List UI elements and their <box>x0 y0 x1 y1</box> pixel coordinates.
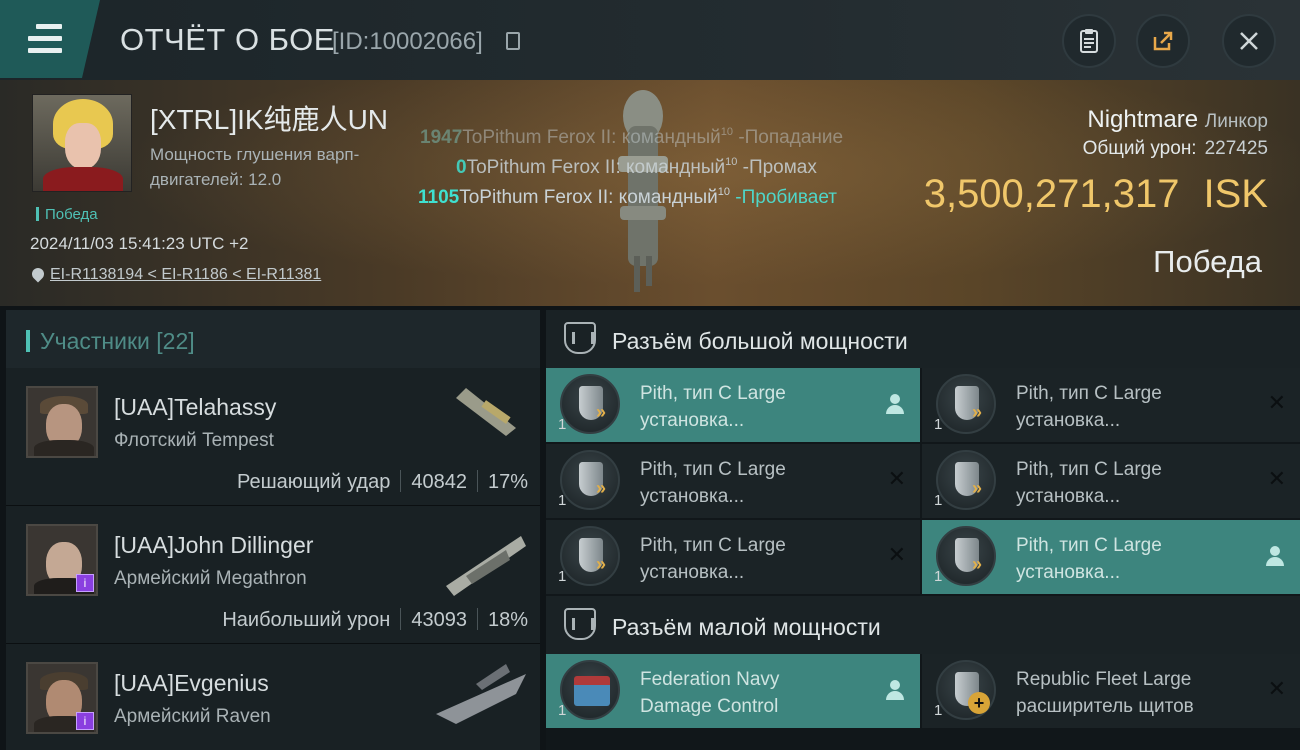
destroyed-x-icon: ✕ <box>887 466 906 491</box>
shield-module-icon: » <box>560 450 620 510</box>
participant-row[interactable]: i [UAA]Evgenius Армейский Raven <box>6 644 540 750</box>
participant-stats: Наибольший урон 43093 18% <box>222 608 528 631</box>
destroyed-x-icon: ✕ <box>1267 390 1286 415</box>
participants-panel: Участники [22] [UAA]Telahassy Флотский T… <box>6 310 540 750</box>
modules-panel: Разъём большой мощности » 1 Pith, тип C … <box>546 310 1300 750</box>
module-item[interactable]: » 1 Pith, тип C Large установка... <box>922 520 1300 594</box>
shield-module-icon: » <box>560 526 620 586</box>
module-name: Pith, тип C Large установка... <box>640 535 786 583</box>
kill-summary-banner: [XTRL]IK纯鹿人UN Мощность глушения варп-дви… <box>0 80 1300 306</box>
module-name: Pith, тип C Large установка... <box>1016 535 1162 583</box>
role-badge-icon: i <box>76 574 94 592</box>
participant-row[interactable]: [UAA]Telahassy Флотский Tempest Решающий… <box>6 368 540 506</box>
fitted-person-icon <box>886 394 904 414</box>
shield-extender-icon: + <box>936 660 996 720</box>
destroyed-x-icon: ✕ <box>887 542 906 567</box>
shield-module-icon: » <box>936 374 996 434</box>
participant-ship: Флотский Tempest <box>114 430 274 451</box>
participant-ship-image <box>446 536 526 596</box>
module-name: Pith, тип C Large установка... <box>1016 383 1162 431</box>
participant-row[interactable]: i [UAA]John Dillinger Армейский Megathro… <box>6 506 540 644</box>
location-pin-icon <box>29 265 47 283</box>
share-icon <box>1153 31 1173 51</box>
module-item[interactable]: » 1 Pith, тип C Large установка... ✕ <box>922 368 1300 442</box>
shield-module-icon: » <box>936 526 996 586</box>
report-id: [ID:10002066] <box>332 28 483 55</box>
participant-name: [UAA]John Dillinger <box>114 532 314 558</box>
destroyed-x-icon: ✕ <box>1267 466 1286 491</box>
module-item[interactable]: + 1 Republic Fleet Large расширитель щито… <box>922 654 1300 728</box>
module-name: Pith, тип C Large установка... <box>1016 459 1162 507</box>
kill-location[interactable]: EI-R1138194 < EI-R1186 < EI-R11381 <box>29 265 321 284</box>
battle-result: Победа <box>1153 244 1262 279</box>
copy-id-icon[interactable] <box>506 32 520 50</box>
shield-module-icon: » <box>560 374 620 434</box>
participant-stats: Решающий удар 40842 17% <box>236 470 528 493</box>
hamburger-icon <box>28 24 62 60</box>
high-slot-grid: » 1 Pith, тип C Large установка... » 1 Pi… <box>546 368 1300 594</box>
module-item[interactable]: » 1 Pith, тип C Large установка... ✕ <box>546 520 920 594</box>
clipboard-icon <box>1080 29 1098 53</box>
module-name: Pith, тип C Large установка... <box>640 459 786 507</box>
damage-control-icon <box>560 660 620 720</box>
victim-name[interactable]: [XTRL]IK纯鹿人UN <box>150 98 388 138</box>
close-icon <box>1240 32 1258 50</box>
low-slot-header: Разъём малой мощности <box>546 596 1300 654</box>
page-title: ОТЧЁТ О БОЕ <box>120 22 335 57</box>
module-item[interactable]: » 1 Pith, тип C Large установка... <box>546 368 920 442</box>
menu-button[interactable] <box>0 0 100 78</box>
avatar[interactable]: i <box>26 524 98 596</box>
module-name: Republic Fleet Large расширитель щитов <box>1016 669 1194 717</box>
destroyed-x-icon: ✕ <box>1267 676 1286 701</box>
share-button[interactable] <box>1136 14 1190 68</box>
warp-disruption-strength: Мощность глушения варп-двигателей: 12.0 <box>150 145 360 189</box>
participants-tab[interactable]: Участники [22] <box>6 310 540 368</box>
participant-ship-image <box>436 664 526 724</box>
high-slot-icon <box>564 322 596 354</box>
ship-class: Линкор <box>1204 111 1268 132</box>
damage-log-line: 1947ToPithum Ferox II: командный10 -Попа… <box>420 126 844 148</box>
top-bar: ОТЧЁТ О БОЕ [ID:10002066] <box>0 0 1300 80</box>
damage-log: 1947ToPithum Ferox II: командный10 -Попа… <box>360 126 920 216</box>
module-name: Pith, тип C Large установка... <box>640 383 786 431</box>
low-slot-grid: 1 Federation Navy Damage Control + 1 Repu… <box>546 654 1300 728</box>
fitted-person-icon <box>886 680 904 700</box>
damage-log-line: 0ToPithum Ferox II: командный10 -Промах <box>456 156 817 178</box>
damage-log-line: 1105ToPithum Ferox II: командный10 -Проб… <box>418 186 837 208</box>
isk-value: 3,500,271,317 ISK <box>923 172 1268 216</box>
fitted-person-icon <box>1266 546 1284 566</box>
participant-ship: Армейский Megathron <box>114 568 307 589</box>
clipboard-button[interactable] <box>1062 14 1116 68</box>
low-slot-icon <box>564 608 596 640</box>
ship-name: Nightmare Линкор <box>1087 106 1268 133</box>
module-item[interactable]: » 1 Pith, тип C Large установка... ✕ <box>922 444 1300 518</box>
total-damage: Общий урон: 227425 <box>1082 138 1268 159</box>
victory-tag: Победа <box>36 206 98 223</box>
module-name: Federation Navy Damage Control <box>640 669 780 717</box>
participant-name: [UAA]Telahassy <box>114 394 277 420</box>
participant-ship-image <box>456 388 516 436</box>
high-slot-header: Разъём большой мощности <box>546 310 1300 368</box>
avatar[interactable]: i <box>26 662 98 734</box>
close-button[interactable] <box>1222 14 1276 68</box>
avatar[interactable] <box>26 386 98 458</box>
shield-module-icon: » <box>936 450 996 510</box>
module-item[interactable]: » 1 Pith, тип C Large установка... ✕ <box>546 444 920 518</box>
participant-name: [UAA]Evgenius <box>114 670 269 696</box>
victim-portrait[interactable] <box>32 94 132 192</box>
role-badge-icon: i <box>76 712 94 730</box>
kill-datetime: 2024/11/03 15:41:23 UTC +2 <box>30 234 249 253</box>
participant-ship: Армейский Raven <box>114 706 271 727</box>
module-item[interactable]: 1 Federation Navy Damage Control <box>546 654 920 728</box>
